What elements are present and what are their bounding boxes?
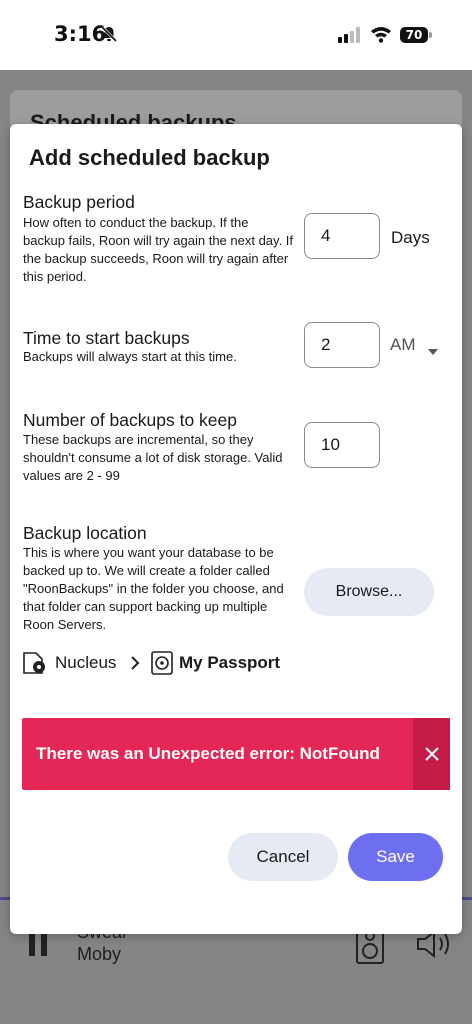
dialog-title: Add scheduled backup [29, 145, 270, 170]
nucleus-icon [22, 651, 48, 680]
drive-icon [151, 651, 173, 680]
status-bar: 3:16 70 [0, 0, 472, 70]
path-device: Nucleus [55, 653, 117, 672]
close-icon [425, 747, 439, 761]
wifi-icon [370, 25, 392, 48]
battery-nub [429, 32, 432, 38]
backups-to-keep-input[interactable] [304, 422, 380, 468]
battery-icon: 70 [400, 27, 428, 43]
error-message: There was an Unexpected error: NotFound [36, 744, 380, 763]
meridiem-select[interactable]: AM [390, 335, 416, 355]
backup-period-input[interactable] [304, 213, 380, 259]
error-close-button[interactable] [413, 718, 450, 790]
volume-icon[interactable] [416, 929, 454, 963]
now-playing-artist: Moby [77, 944, 122, 964]
caret-down-icon[interactable] [428, 342, 438, 360]
chevron-right-icon [130, 655, 140, 676]
browse-button[interactable]: Browse... [304, 568, 434, 616]
backup-location-title: Backup location [23, 523, 147, 543]
cancel-button[interactable]: Cancel [228, 833, 338, 881]
backups-to-keep-description: These backups are incremental, so they s… [23, 432, 283, 483]
bell-off-icon [100, 25, 118, 48]
start-time-input[interactable] [304, 322, 380, 368]
status-time: 3:16 [54, 22, 107, 46]
backup-location-description: This is where you want your database to … [23, 545, 284, 632]
start-time-title: Time to start backups [23, 328, 190, 348]
cellular-signal-icon [338, 27, 362, 48]
pause-icon[interactable] [28, 932, 50, 961]
backups-to-keep-title: Number of backups to keep [23, 410, 238, 430]
save-button[interactable]: Save [348, 833, 443, 881]
backup-period-description: How often to conduct the backup. If the … [23, 215, 294, 284]
path-drive: My Passport [179, 653, 281, 672]
backup-period-unit: Days [391, 228, 430, 247]
backup-period-title: Backup period [23, 192, 135, 212]
start-time-description: Backups will always start at this time. [23, 349, 237, 364]
